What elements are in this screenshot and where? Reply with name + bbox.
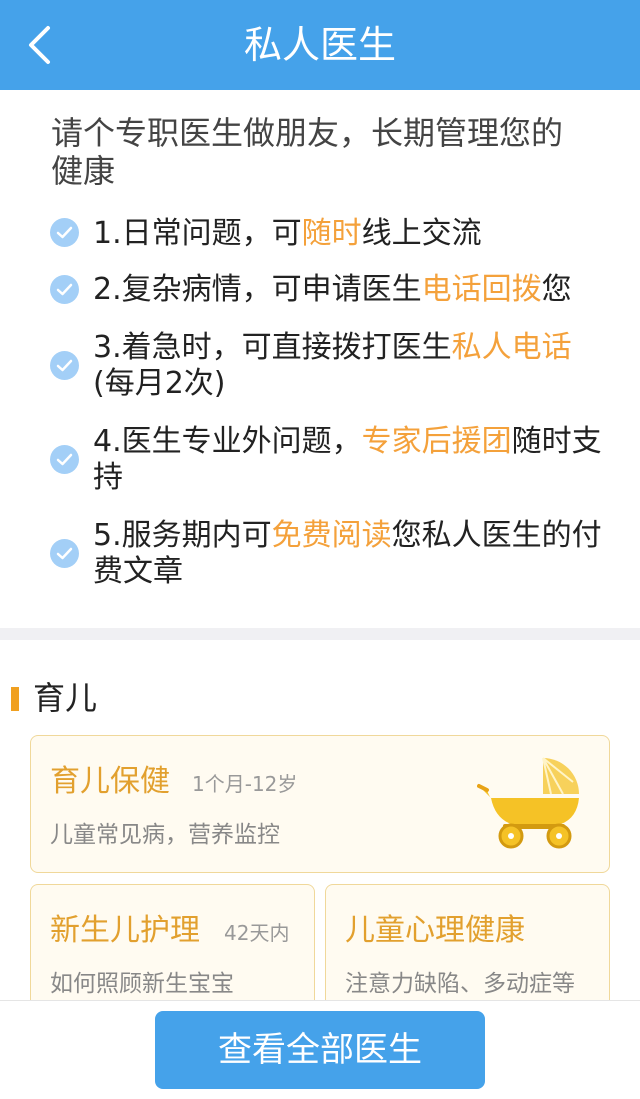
card-description: 如何照顾新生宝宝 [50,971,234,997]
card-description: 儿童常见病，营养监控 [50,822,280,848]
feature-text: 4.医生专业外问题，专家后援团随时支持 [93,424,602,495]
card-age-range: 42天内 [224,921,290,945]
card-description: 注意力缺陷、多动症等 [345,971,575,997]
check-icon [50,275,79,304]
app-header: 私人医生 [0,0,640,90]
section-accent-bar [11,687,19,711]
stroller-icon [477,757,579,849]
card-title: 育儿保健 [50,764,170,799]
check-icon [50,218,79,247]
feature-text: 2.复杂病情，可申请医生电话回拨您 [93,272,572,307]
check-icon [50,539,79,568]
check-icon [50,445,79,474]
card-child-care[interactable]: 育儿保健 1个月-12岁 儿童常见病，营养监控 [30,735,610,873]
check-icon [50,351,79,380]
intro-title: 请个专职医生做朋友，长期管理您的健康 [51,114,564,190]
feature-text: 5.服务期内可免费阅读您私人医生的付费文章 [93,518,602,589]
section-divider [0,628,640,640]
page-title: 私人医生 [243,23,396,67]
card-title: 儿童心理健康 [345,913,525,948]
bottom-action-bar: 查看全部医生 [0,1000,640,1099]
card-title: 新生儿护理 [50,913,200,948]
feature-text: 3.着急时，可直接拨打医生私人电话(每月2次) [93,330,572,401]
card-age-range: 1个月-12岁 [192,772,298,796]
section-title: 育儿 [33,679,98,717]
feature-text: 1.日常问题，可随时线上交流 [93,216,482,251]
view-all-doctors-button[interactable]: 查看全部医生 [155,1011,485,1089]
